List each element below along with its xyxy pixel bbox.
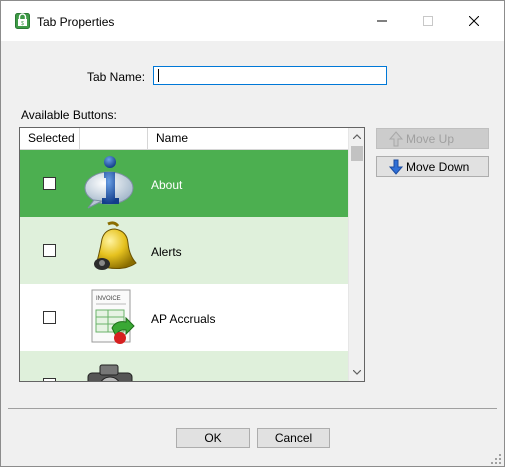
row-name: About [151,178,183,192]
table-row[interactable] [20,351,348,381]
row-name: Alerts [151,245,182,259]
move-up-button[interactable]: Move Up [376,128,489,149]
maximize-button[interactable] [405,1,451,41]
vertical-scrollbar[interactable] [348,128,364,381]
available-buttons-label: Available Buttons: [21,108,117,122]
row-checkbox[interactable] [43,311,56,324]
table-row[interactable]: About [20,150,348,217]
move-up-label: Move Up [406,132,455,146]
scroll-down-button[interactable] [349,364,364,381]
close-icon [469,16,479,26]
move-down-button[interactable]: Move Down [376,156,489,177]
arrow-up-icon [388,131,404,147]
window-title: Tab Properties [37,15,115,29]
minimize-icon [377,20,387,22]
column-header-name[interactable]: Name [148,128,348,149]
cancel-button[interactable]: Cancel [257,428,330,448]
move-down-label: Move Down [406,160,470,174]
chevron-down-icon [353,370,361,375]
separator [8,408,497,409]
invoice-icon: INVOICE [91,289,135,344]
arrow-down-icon [388,159,404,175]
maximize-icon [423,16,433,26]
tab-name-input[interactable] [153,66,387,85]
tab-properties-dialog: $ Tab Properties Tab Name: Available But… [0,0,505,467]
ok-button[interactable]: OK [176,428,250,448]
app-icon: $ [15,13,30,29]
row-checkbox[interactable] [43,244,56,257]
scroll-thumb[interactable] [351,146,363,161]
bell-icon [94,221,137,270]
resize-grip-icon[interactable] [490,453,502,465]
invoice-icon-text: INVOICE [96,296,121,302]
table-row[interactable]: Alerts [20,217,348,284]
available-buttons-grid[interactable]: Selected Name About Alerts INVOICE AP Ac… [19,127,365,382]
row-name: AP Accruals [151,312,216,326]
title-bar: $ Tab Properties [1,1,504,41]
chevron-up-icon [353,134,361,139]
table-row[interactable]: INVOICE AP Accruals [20,284,348,351]
info-bubble-icon [84,156,134,209]
minimize-button[interactable] [359,1,405,41]
scroll-up-button[interactable] [349,128,364,145]
close-button[interactable] [451,1,497,41]
text-caret [158,69,159,82]
row-checkbox[interactable] [43,177,56,190]
grid-header: Selected Name [20,128,348,150]
column-header-icon[interactable] [80,128,148,149]
tab-name-label: Tab Name: [87,70,146,84]
column-header-selected[interactable]: Selected [20,128,80,149]
svg-text:$: $ [21,21,24,27]
camera-icon [87,364,133,381]
row-checkbox[interactable] [43,378,56,381]
